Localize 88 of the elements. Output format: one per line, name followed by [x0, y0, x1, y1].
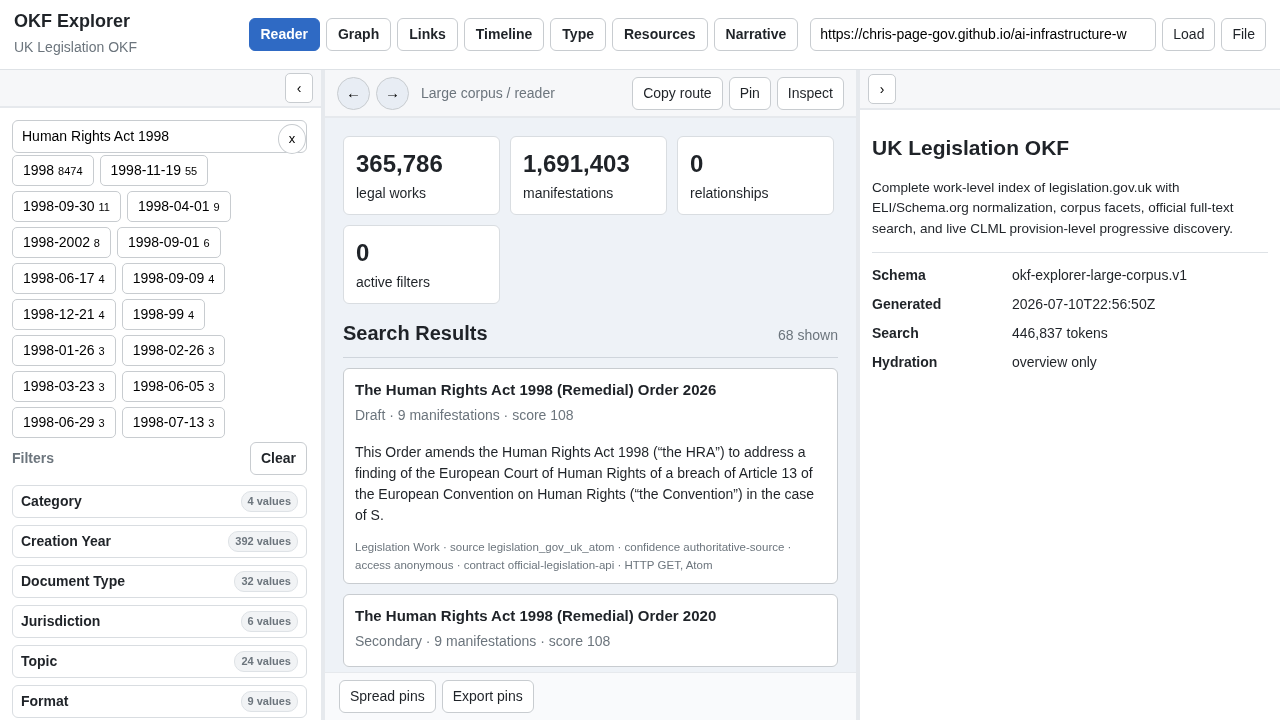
- date-chip[interactable]: 1998-09-09 4: [121, 263, 226, 294]
- facet-name: Jurisdiction: [21, 612, 101, 631]
- tab[interactable]: Reader: [248, 18, 320, 51]
- property-value: overview only: [1012, 353, 1098, 373]
- forward-button[interactable]: →: [376, 76, 409, 110]
- tab[interactable]: Links: [397, 18, 458, 51]
- facet-item[interactable]: Category 4 values: [12, 485, 307, 518]
- stat-value: 1,691,403: [523, 150, 631, 179]
- collapse-button[interactable]: ‹: [285, 73, 313, 103]
- stat-value: 0: [356, 238, 371, 268]
- results-count: 68 shown: [778, 325, 838, 345]
- load-button[interactable]: Load: [1162, 18, 1216, 51]
- value-count-badge: 9 values: [240, 691, 298, 712]
- pins-button[interactable]: Export pins: [441, 680, 534, 713]
- app-title: OKF Explorer: [14, 11, 132, 33]
- result-card[interactable]: [343, 367, 838, 584]
- date-chip[interactable]: 1998-07-13 3: [121, 407, 226, 438]
- property-value: 446,837 tokens: [1012, 324, 1109, 344]
- tab[interactable]: Type: [550, 18, 606, 51]
- results-heading: Search Results: [343, 320, 488, 346]
- date-chip[interactable]: 1998-02-26 3: [121, 335, 226, 366]
- value-count-badge: 6 values: [240, 611, 298, 632]
- date-chip[interactable]: 1998-06-05 3: [121, 371, 226, 402]
- facet-name: Document Type: [21, 572, 125, 591]
- stat-label: active filters: [356, 272, 431, 292]
- breadcrumb: Large corpus / reader: [421, 83, 556, 103]
- property-value: okf-explorer-large-corpus.v1: [1012, 266, 1189, 286]
- stat-value: 365,786: [356, 150, 444, 179]
- facet-name: Topic: [21, 652, 58, 671]
- date-chip[interactable]: 1998-03-23 3: [12, 371, 116, 402]
- tab[interactable]: Narrative: [713, 18, 799, 51]
- tab[interactable]: Graph: [325, 18, 392, 51]
- date-chip[interactable]: 1998-11-19 55: [99, 155, 209, 186]
- value-count-badge: 4 values: [240, 491, 298, 512]
- result-meta: Secondary · 9 manifestations · score 108: [355, 632, 612, 652]
- tab[interactable]: Resources: [611, 18, 708, 51]
- date-chip[interactable]: 1998-09-30 11: [12, 191, 121, 222]
- value-count-badge: 392 values: [228, 531, 298, 552]
- date-chip[interactable]: 1998-04-01 9: [126, 191, 231, 222]
- facet-item[interactable]: Jurisdiction 6 values: [12, 605, 307, 638]
- stat-label: manifestations: [523, 183, 615, 203]
- result-title: The Human Rights Act 1998 (Remedial) Order 2026: [355, 379, 718, 400]
- file-button[interactable]: File: [1221, 18, 1266, 51]
- date-chip[interactable]: 1998-01-26 3: [12, 335, 116, 366]
- value-count-badge: 24 values: [234, 651, 298, 672]
- property-value: 2026-07-10T22:56:50Z: [1012, 295, 1157, 315]
- facet-name: Creation Year: [21, 532, 111, 551]
- pins-button[interactable]: Spread pins: [339, 680, 436, 713]
- clear-search-button[interactable]: x: [278, 124, 306, 154]
- property-label: Hydration: [872, 353, 939, 373]
- toolbar-button[interactable]: Inspect: [776, 76, 844, 110]
- facet-item[interactable]: Creation Year 392 values: [12, 525, 307, 558]
- date-chip[interactable]: 1998 8474: [12, 155, 94, 186]
- url-field[interactable]: https://chris-page-gov.github.io/ai-infrastructure-w: [810, 18, 1157, 51]
- stat-label: relationships: [690, 183, 770, 203]
- app-subtitle: UK Legislation OKF: [14, 37, 138, 57]
- tab[interactable]: Timeline: [463, 18, 545, 51]
- date-chip[interactable]: 1998-06-29 3: [12, 407, 116, 438]
- stat-value: 0: [690, 150, 705, 179]
- result-meta: Draft · 9 manifestations · score 108: [355, 406, 575, 426]
- date-chip[interactable]: 1998-2002 8: [12, 227, 111, 258]
- facet-name: Category: [21, 492, 82, 511]
- back-button[interactable]: ←: [337, 76, 370, 110]
- filters-heading: Filters: [12, 449, 54, 468]
- value-count-badge: 32 values: [234, 571, 298, 592]
- detail-description: Complete work-level index of legislation.gov.uk with ELI/Schema.org normalization, corpus facets, official full-text search, and live CLML provision-level progressive discovery.: [872, 177, 1268, 254]
- date-chip[interactable]: 1998-06-17 4: [12, 263, 116, 294]
- date-chip[interactable]: 1998-99 4: [121, 299, 206, 330]
- property-label: Generated: [872, 295, 943, 315]
- date-chip[interactable]: 1998-12-21 4: [12, 299, 116, 330]
- facet-item[interactable]: Format 9 values: [12, 685, 307, 718]
- stat-label: legal works: [356, 183, 428, 203]
- facet-item[interactable]: Document Type 32 values: [12, 565, 307, 598]
- property-label: Search: [872, 324, 920, 344]
- property-label: Schema: [872, 266, 927, 286]
- result-title: The Human Rights Act 1998 (Remedial) Order 2020: [355, 605, 718, 626]
- result-provenance: Legislation Work · source legislation_gov_uk_atom · confidence authoritative-source · access anonymous · contract official-legislation-api · HTTP GET, Atom: [355, 540, 793, 574]
- search-field[interactable]: Human Rights Act 1998 x: [12, 120, 307, 153]
- toolbar-button[interactable]: Copy route: [632, 76, 723, 110]
- expand-button[interactable]: ›: [868, 74, 896, 104]
- clear-button[interactable]: Clear: [249, 442, 307, 475]
- date-chip[interactable]: 1998-09-01 6: [116, 227, 221, 258]
- result-summary: This Order amends the Human Rights Act 1998 (“the HRA”) to address a finding of the European Court of Human Rights of a breach of Article 13 of the European Convention on Human Rights (“the Convention”) in the case of S.: [355, 443, 816, 526]
- toolbar-button[interactable]: Pin: [728, 76, 771, 110]
- facet-item[interactable]: Topic 24 values: [12, 645, 307, 678]
- facet-name: Format: [21, 692, 69, 711]
- result-card[interactable]: The Human Rights Act 1998 (Remedial) Order 2020 Secondary · 9 manifestations · score 108: [343, 593, 838, 668]
- detail-title: UK Legislation OKF: [872, 135, 1071, 161]
